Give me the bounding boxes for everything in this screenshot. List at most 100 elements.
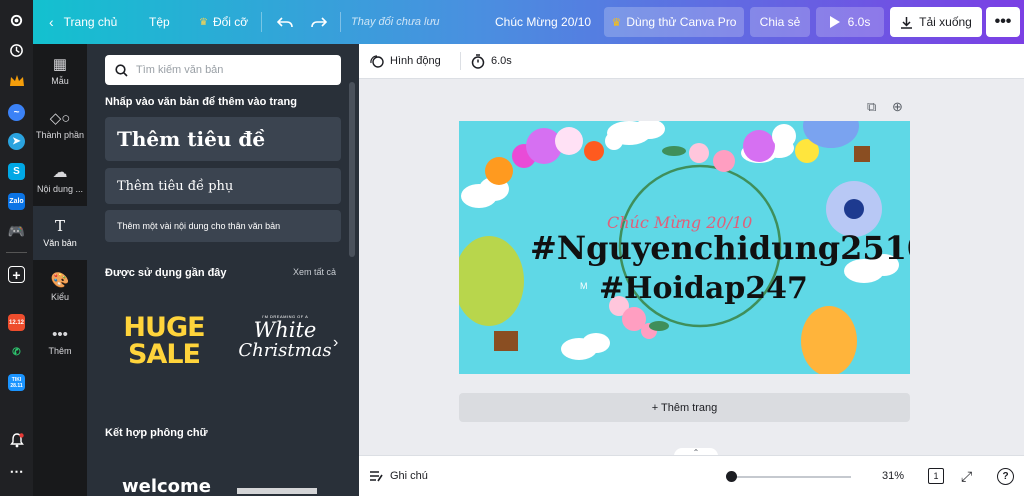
search-box[interactable] (105, 55, 341, 85)
file-menu-button[interactable]: Tệp (149, 0, 170, 44)
rail-item-more[interactable]: ••• Thêm (33, 314, 87, 368)
save-status: Thay đổi chưa lưu (351, 16, 440, 28)
more-options-icon[interactable]: ⋯ (8, 463, 25, 480)
fullscreen-icon[interactable]: ⤢ (961, 456, 972, 496)
side-nav: ▦ Mẫu ◇○ Thành phần ☁ Nội dung ... T Văn… (33, 44, 87, 496)
recent-item-line: SALE (128, 339, 201, 370)
crown-icon[interactable] (8, 72, 25, 89)
template-icon: ▦ (52, 55, 68, 73)
try-pro-button[interactable]: ♛ Dùng thử Canva Pro (604, 7, 744, 37)
resize-button[interactable]: ♛ Đổi cỡ (199, 0, 248, 44)
see-all-link[interactable]: Xem tất cả (293, 267, 336, 277)
shopee-icon[interactable]: 12.12 (8, 314, 25, 331)
ellipsis-icon: ••• (994, 13, 1012, 30)
recent-item-huge-sale[interactable]: HUGE SALE (109, 314, 219, 376)
home-button[interactable]: ‹ Trang chủ (49, 0, 117, 44)
tiki-icon[interactable]: TIKI 28.11 (8, 374, 25, 391)
add-page-icon[interactable]: ⊕ (892, 99, 903, 115)
game-icon[interactable]: 🎮 (8, 223, 25, 240)
undo-button[interactable] (277, 0, 293, 44)
animate-button[interactable]: Hình động (369, 44, 441, 78)
recent-item-white-christmas[interactable]: I'M DREAMING OF A White Christmas (235, 314, 335, 376)
zoom-level[interactable]: 31% (882, 456, 904, 496)
phone-icon[interactable]: ✆ (8, 344, 25, 361)
font-combo-label: Kết hợp phông chữ (105, 427, 208, 439)
rail-item-label: Nội dung ... (36, 183, 84, 194)
history-icon[interactable] (8, 42, 25, 59)
balloon-right (801, 306, 857, 374)
rail-item-label: Thành phần (35, 129, 85, 140)
bottom-toolbar: Ghi chú 31% 1 ⤢ ? (359, 455, 1024, 496)
upload-icon: ☁ (52, 163, 68, 181)
hashtag-secondary[interactable]: #Hoidap247 (599, 271, 808, 306)
undo-icon (277, 17, 293, 28)
crown-icon: ♛ (199, 16, 208, 28)
recent-item-line: HUGE (123, 312, 205, 343)
hashtag-primary[interactable]: #Nguyenchidung2510 (530, 229, 910, 267)
divider (261, 12, 262, 32)
rail-item-uploads[interactable]: ☁ Nội dung ... (33, 152, 87, 206)
timing-button[interactable]: 6.0s (471, 44, 512, 78)
redo-button[interactable] (311, 0, 327, 44)
rail-item-text[interactable]: T Văn bản (33, 206, 87, 260)
zoom-slider-track[interactable] (731, 476, 851, 478)
home-label: Trang chủ (63, 15, 118, 29)
design-page[interactable]: Chúc Mừng 20/10 #Nguyenchidung2510 M #Ho… (459, 121, 910, 374)
rail-item-label: Mẫu (51, 75, 69, 86)
divider (340, 12, 341, 32)
download-button[interactable]: Tải xuống (890, 7, 982, 37)
panel-hint: Nhấp vào văn bản để thêm vào trang (105, 96, 297, 108)
notes-button[interactable]: Ghi chú (369, 456, 428, 496)
download-label: Tải xuống (919, 15, 972, 29)
add-subheading-button[interactable]: Thêm tiêu đề phụ (105, 168, 341, 204)
rail-item-templates[interactable]: ▦ Mẫu (33, 44, 87, 98)
add-body-text-button[interactable]: Thêm một vài nội dung cho thân văn bản (105, 210, 341, 242)
duplicate-page-icon[interactable]: ⧉ (867, 99, 876, 115)
play-duration: 6.0s (847, 15, 871, 29)
top-toolbar: ‹ Trang chủ Tệp ♛ Đổi cỡ Thay đổi chưa l… (33, 0, 1024, 44)
rail-item-label: Thêm (48, 345, 72, 356)
skype-icon[interactable]: S (8, 163, 25, 180)
recent-item-line: White (253, 318, 317, 342)
canvas-area: ⧉ ⊕ Chúc Mừng 20/10 #Nguyenchidung2510 M… (359, 79, 1024, 455)
os-sidebar: ~ ➤ S Zalo 🎮 + 12.12 ✆ TIKI 28.11 ⋯ (0, 0, 33, 496)
bell-icon[interactable] (8, 432, 25, 449)
panel-scrollbar[interactable] (349, 82, 355, 257)
more-icon: ••• (52, 325, 68, 343)
duration-label: 6.0s (491, 55, 512, 67)
document-title[interactable]: Chúc Mừng 20/10 (495, 0, 591, 44)
timer-icon (471, 53, 485, 69)
add-page-button[interactable]: + Thêm trang (459, 393, 910, 422)
chevron-right-icon[interactable]: › (333, 334, 338, 352)
notes-icon (370, 470, 383, 481)
page-count-button[interactable]: 1 (928, 456, 944, 496)
zalo-icon[interactable]: Zalo (8, 193, 25, 210)
more-menu-button[interactable]: ••• (986, 7, 1020, 37)
search-input[interactable] (136, 64, 326, 76)
help-button[interactable]: ? (997, 456, 1014, 496)
telegram-icon[interactable]: ➤ (8, 133, 25, 150)
divider (460, 52, 461, 70)
animate-icon (370, 54, 384, 68)
add-icon[interactable]: + (8, 266, 25, 283)
file-label: Tệp (149, 15, 170, 29)
zoom-slider-handle[interactable] (726, 471, 737, 482)
rail-item-label: Kiểu (50, 291, 69, 302)
page-count: 1 (928, 468, 944, 484)
rail-item-label: Văn bản (43, 237, 77, 248)
rail-item-elements[interactable]: ◇○ Thành phần (33, 98, 87, 152)
present-button[interactable]: 6.0s (816, 7, 884, 37)
share-button[interactable]: Chia sẻ (750, 7, 810, 37)
add-heading-button[interactable]: Thêm tiêu đề (105, 117, 341, 161)
rail-item-styles[interactable]: 🎨 Kiểu (33, 260, 87, 314)
font-combo-preview-2[interactable] (237, 488, 317, 494)
font-combo-preview[interactable]: welcome (122, 476, 211, 496)
settings-icon[interactable] (8, 12, 25, 29)
recent-label: Được sử dụng gần đây (105, 267, 227, 279)
chevron-left-icon: ‹ (49, 14, 54, 30)
text-panel: Nhấp vào văn bản để thêm vào trang Thêm … (87, 44, 359, 496)
faint-text: M (580, 281, 588, 291)
play-icon (829, 16, 840, 28)
animate-label: Hình động (390, 55, 441, 67)
messenger-icon[interactable]: ~ (8, 104, 25, 121)
